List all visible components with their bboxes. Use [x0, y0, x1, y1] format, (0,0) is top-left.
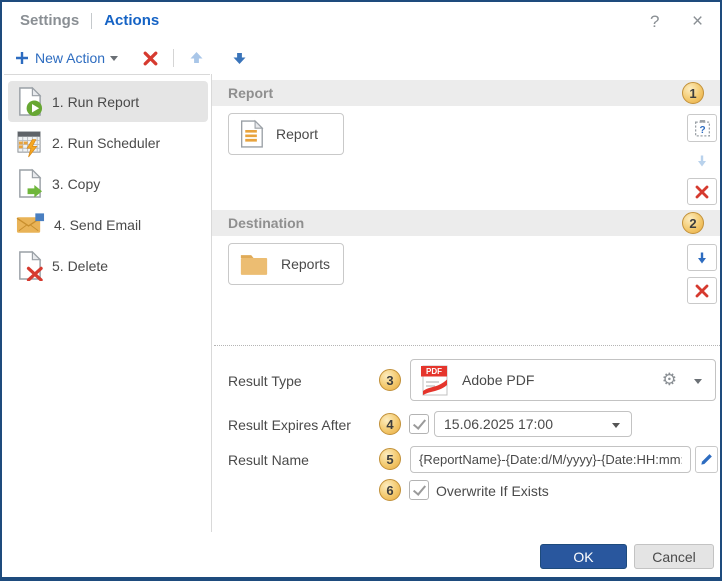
sidebar-item-delete[interactable]: 5. Delete: [8, 245, 208, 286]
sidebar-item-label: 5. Delete: [52, 258, 108, 274]
panel-divider: [211, 74, 212, 532]
folder-icon: [239, 252, 269, 277]
edit-result-name-button[interactable]: [695, 446, 718, 473]
destination-item-label: Reports: [281, 256, 330, 272]
sidebar-item-label: 2. Run Scheduler: [52, 135, 160, 151]
result-name-input[interactable]: [410, 446, 691, 473]
destination-item[interactable]: Reports: [228, 243, 344, 285]
result-expires-date-dropdown[interactable]: 15.06.2025 17:00: [434, 411, 632, 437]
sidebar-item-send-email[interactable]: 4. Send Email: [8, 204, 208, 245]
destination-remove-button[interactable]: [687, 277, 717, 304]
run-scheduler-icon: [16, 127, 43, 158]
arrow-down-icon: [694, 250, 710, 266]
step-badge-1: 1: [682, 82, 704, 104]
result-type-label: Result Type: [228, 373, 302, 389]
result-expires-value: 15.06.2025 17:00: [444, 416, 553, 432]
tab-settings[interactable]: Settings: [20, 12, 79, 29]
result-expires-label: Result Expires After: [228, 417, 351, 433]
report-section-header: Report 1: [212, 80, 720, 106]
overwrite-checkbox[interactable]: [409, 480, 429, 500]
report-document-icon: [239, 119, 264, 149]
report-section-title: Report: [228, 85, 273, 101]
dialog-help-button[interactable]: ?: [650, 13, 659, 30]
step-badge-4: 4: [379, 413, 401, 435]
pdf-icon: PDF: [418, 363, 452, 397]
report-item[interactable]: Report: [228, 113, 344, 155]
step-badge-6: 6: [379, 479, 401, 501]
sidebar-item-label: 3. Copy: [52, 176, 100, 192]
plus-icon: [14, 50, 30, 66]
send-email-icon: [16, 212, 45, 237]
dialog-tabs: Settings Actions: [20, 12, 159, 29]
result-type-value: Adobe PDF: [462, 372, 534, 388]
run-report-icon: [16, 86, 43, 117]
move-up-icon[interactable]: [188, 50, 205, 66]
select-report-button[interactable]: ?: [687, 114, 717, 142]
actions-settings-dialog: Settings Actions ? × New Action: [0, 0, 722, 581]
chevron-down-icon: [612, 423, 620, 428]
check-icon: [412, 482, 425, 496]
remove-x-icon: [694, 184, 710, 200]
destination-section-header: Destination 2: [212, 210, 720, 236]
step-badge-2: 2: [682, 212, 704, 234]
report-remove-button[interactable]: [687, 178, 717, 205]
svg-text:PDF: PDF: [426, 367, 442, 376]
report-move-down-button-disabled[interactable]: [687, 148, 717, 174]
dialog-close-button[interactable]: ×: [692, 12, 703, 31]
tab-divider: [91, 13, 92, 29]
pencil-icon: [699, 452, 714, 467]
step-badge-3: 3: [379, 369, 401, 391]
sidebar-item-copy[interactable]: 3. Copy: [8, 163, 208, 204]
gear-icon[interactable]: ⚙: [662, 372, 677, 389]
svg-text:?: ?: [699, 124, 705, 135]
result-type-dropdown[interactable]: PDF Adobe PDF ⚙: [410, 359, 716, 401]
sidebar-item-run-scheduler[interactable]: 2. Run Scheduler: [8, 122, 208, 163]
check-icon: [412, 416, 425, 430]
result-expires-checkbox[interactable]: [409, 414, 429, 434]
action-list-panel: 1. Run Report 2. Run Scheduler: [4, 74, 210, 533]
destination-section-title: Destination: [228, 215, 304, 231]
sidebar-item-label: 4. Send Email: [54, 217, 141, 233]
overwrite-label: Overwrite If Exists: [436, 483, 549, 499]
copy-icon: [16, 168, 43, 199]
remove-x-icon: [694, 283, 710, 299]
chevron-down-icon: [694, 379, 702, 384]
ok-button[interactable]: OK: [540, 544, 627, 569]
chevron-down-icon: [110, 56, 118, 61]
report-item-label: Report: [276, 126, 318, 142]
toolbar-divider: [173, 49, 174, 67]
result-name-label: Result Name: [228, 452, 309, 468]
delete-icon: [16, 250, 43, 281]
arrow-down-icon: [694, 153, 710, 169]
cancel-button[interactable]: Cancel: [634, 544, 714, 569]
new-action-label: New Action: [35, 50, 105, 66]
move-down-icon[interactable]: [231, 50, 248, 66]
select-item-icon: ?: [693, 119, 712, 138]
form-separator: [214, 345, 720, 346]
destination-move-down-button[interactable]: [687, 244, 717, 271]
new-action-button[interactable]: New Action: [14, 50, 118, 66]
sidebar-item-label: 1. Run Report: [52, 94, 139, 110]
step-badge-5: 5: [379, 448, 401, 470]
tab-actions[interactable]: Actions: [104, 12, 159, 29]
delete-action-icon[interactable]: [142, 50, 159, 67]
sidebar-item-run-report[interactable]: 1. Run Report: [8, 81, 208, 122]
